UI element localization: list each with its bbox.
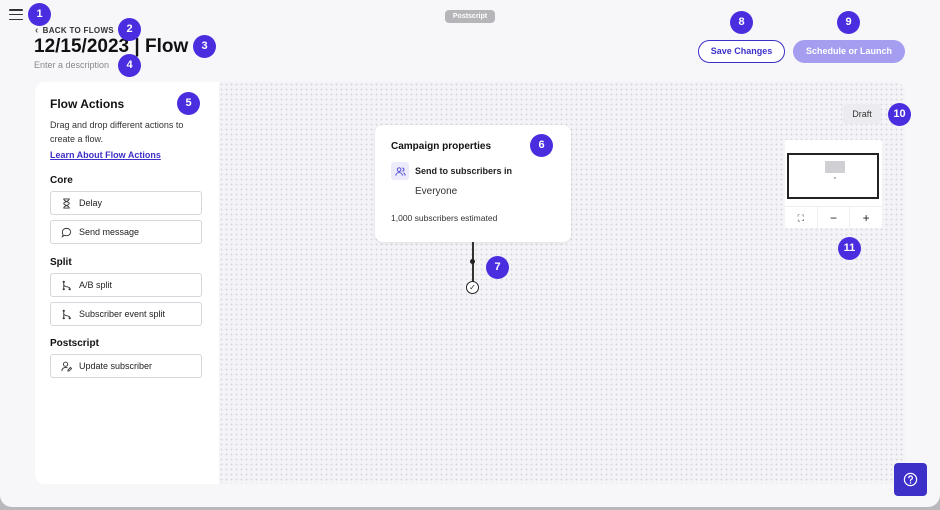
minimap-dot xyxy=(834,177,836,179)
brand-logo: Postscript xyxy=(445,10,495,23)
action-label: Delay xyxy=(79,198,103,208)
annotation-marker: 9 xyxy=(837,11,860,34)
page-title[interactable]: 12/15/2023 | Flow xyxy=(34,36,188,58)
zoom-in-button[interactable]: + xyxy=(850,207,882,228)
status-badge: Draft xyxy=(843,104,881,124)
annotation-marker: 6 xyxy=(530,134,553,157)
action-send-message[interactable]: Send message xyxy=(50,220,202,244)
check-circle-icon[interactable]: ✓ xyxy=(466,281,479,294)
connector-handle[interactable] xyxy=(470,259,475,264)
annotation-marker: 1 xyxy=(28,3,51,26)
audience-value: Everyone xyxy=(415,186,458,197)
question-circle-icon xyxy=(903,472,918,487)
minimap-node xyxy=(825,161,845,173)
fit-view-icon[interactable]: ⛶ xyxy=(785,207,818,228)
help-button[interactable] xyxy=(894,463,927,496)
section-title-core: Core xyxy=(50,175,73,186)
action-ab-split[interactable]: A/B split xyxy=(50,273,202,297)
menu-icon[interactable] xyxy=(9,9,23,21)
annotation-marker: 10 xyxy=(888,103,911,126)
subscriber-estimate: 1,000 subscribers estimated xyxy=(391,213,498,223)
learn-about-flow-actions-link[interactable]: Learn About Flow Actions xyxy=(50,150,161,160)
app-frame: Postscript ‹ BACK TO FLOWS 12/15/2023 | … xyxy=(0,0,940,507)
zoom-out-button[interactable]: − xyxy=(818,207,851,228)
action-label: Send message xyxy=(79,227,140,237)
action-label: Update subscriber xyxy=(79,361,153,371)
section-title-postscript: Postscript xyxy=(50,338,99,349)
annotation-marker: 5 xyxy=(177,92,200,115)
card-subtitle: Send to subscribers in xyxy=(415,166,513,176)
branch-icon xyxy=(62,309,71,319)
annotation-marker: 7 xyxy=(486,256,509,279)
chevron-left-icon: ‹ xyxy=(35,25,39,36)
annotation-marker: 3 xyxy=(193,35,216,58)
chat-bubble-icon xyxy=(61,227,72,238)
section-title-split: Split xyxy=(50,257,72,268)
user-edit-icon xyxy=(61,361,72,372)
action-update-subscriber[interactable]: Update subscriber xyxy=(50,354,202,378)
annotation-marker: 4 xyxy=(118,54,141,77)
hourglass-icon xyxy=(63,197,70,209)
users-icon xyxy=(391,162,409,180)
action-delay[interactable]: Delay xyxy=(50,191,202,215)
action-label: A/B split xyxy=(79,280,113,290)
sidebar-description: Drag and drop different actions to creat… xyxy=(50,120,184,144)
zoom-controls: ⛶ − + xyxy=(785,206,882,228)
annotation-marker: 11 xyxy=(838,237,861,260)
back-to-flows-link[interactable]: ‹ BACK TO FLOWS xyxy=(35,25,114,36)
schedule-or-launch-button[interactable]: Schedule or Launch xyxy=(793,40,905,63)
minimap-viewport[interactable] xyxy=(787,153,879,199)
sidebar-title: Flow Actions xyxy=(50,97,125,111)
flow-actions-sidebar: Flow Actions Drag and drop different act… xyxy=(35,82,219,484)
action-label: Subscriber event split xyxy=(79,309,166,319)
card-title: Campaign properties xyxy=(391,141,492,152)
minimap[interactable]: ⛶ − + xyxy=(785,140,882,228)
back-to-flows-label: BACK TO FLOWS xyxy=(42,26,114,35)
description-input[interactable]: Enter a description xyxy=(34,60,109,70)
branch-icon xyxy=(62,280,71,290)
annotation-marker: 2 xyxy=(118,18,141,41)
save-changes-button[interactable]: Save Changes xyxy=(698,40,785,63)
action-subscriber-event-split[interactable]: Subscriber event split xyxy=(50,302,202,326)
annotation-marker: 8 xyxy=(730,11,753,34)
